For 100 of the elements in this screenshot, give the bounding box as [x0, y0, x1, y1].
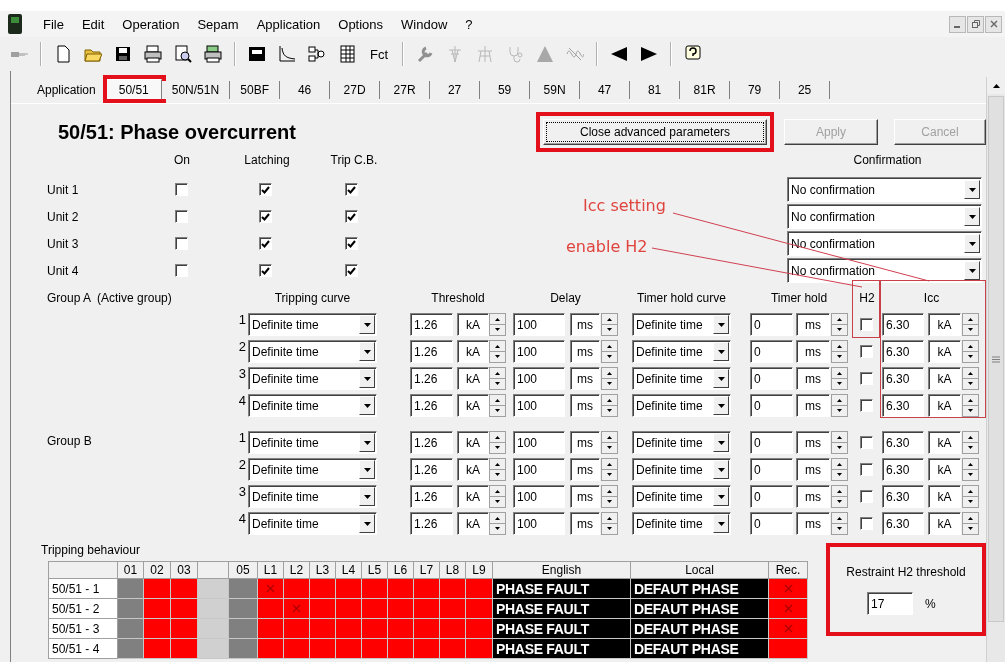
- delay-field[interactable]: 100: [513, 512, 565, 535]
- unit-field[interactable]: kA: [928, 431, 961, 454]
- hold-curve-dropdown[interactable]: Definite time: [632, 367, 731, 390]
- icc-field[interactable]: 6.30: [882, 394, 924, 417]
- menu-item[interactable]: Operation: [113, 16, 189, 32]
- hold-curve-dropdown[interactable]: Definite time: [632, 394, 731, 417]
- confirmation-dropdown[interactable]: No confirmation: [787, 204, 982, 229]
- timer-hold-field[interactable]: 0: [750, 485, 793, 508]
- timer-hold-field[interactable]: 0: [750, 313, 793, 336]
- unit-field[interactable]: ms: [796, 394, 830, 417]
- menu-item[interactable]: ?: [456, 16, 482, 32]
- menu-item[interactable]: Edit: [72, 16, 114, 32]
- threshold-field[interactable]: 1.26: [410, 340, 453, 363]
- icc-field[interactable]: 6.30: [882, 367, 924, 390]
- curve-dropdown[interactable]: Definite time: [248, 485, 377, 508]
- hold-curve-dropdown[interactable]: Definite time: [632, 485, 731, 508]
- threshold-field[interactable]: 1.26: [410, 367, 453, 390]
- unit-field[interactable]: ms: [570, 485, 600, 508]
- unit-field[interactable]: kA: [457, 431, 489, 454]
- unit-field[interactable]: ms: [796, 313, 830, 336]
- threshold-field[interactable]: 1.26: [410, 485, 453, 508]
- unit-field[interactable]: kA: [928, 485, 961, 508]
- unit-field[interactable]: ms: [796, 485, 830, 508]
- threshold-field[interactable]: 1.26: [410, 431, 453, 454]
- unit-field[interactable]: kA: [457, 313, 489, 336]
- column-header: On: [173, 153, 191, 167]
- hold-curve-dropdown[interactable]: Definite time: [632, 431, 731, 454]
- unit-field[interactable]: kA: [928, 367, 961, 390]
- unit-field[interactable]: kA: [457, 394, 489, 417]
- tab[interactable]: 50/51: [106, 79, 162, 99]
- tab[interactable]: 50N/51N: [161, 81, 231, 99]
- unit-field[interactable]: kA: [928, 394, 961, 417]
- curve-dropdown[interactable]: Definite time: [248, 367, 377, 390]
- unit-field[interactable]: kA: [457, 512, 489, 535]
- panel-title: Restraint H2 threshold: [846, 565, 966, 579]
- unit-field[interactable]: ms: [796, 458, 830, 481]
- menu-item[interactable]: Sepam: [188, 16, 248, 32]
- unit-field[interactable]: kA: [928, 512, 961, 535]
- unit-field[interactable]: ms: [570, 313, 600, 336]
- threshold-field[interactable]: 1.26: [410, 458, 453, 481]
- threshold-field[interactable]: 1.26: [410, 313, 453, 336]
- icc-field[interactable]: 6.30: [882, 340, 924, 363]
- delay-field[interactable]: 100: [513, 431, 565, 454]
- icc-field[interactable]: 6.30: [882, 431, 924, 454]
- icc-field[interactable]: 6.30: [882, 512, 924, 535]
- delay-field[interactable]: 100: [513, 458, 565, 481]
- curve-dropdown[interactable]: Definite time: [248, 313, 377, 336]
- hold-curve-dropdown[interactable]: Definite time: [632, 512, 731, 535]
- menu-item[interactable]: Window: [392, 16, 457, 32]
- icc-field[interactable]: 6.30: [882, 313, 924, 336]
- unit-field[interactable]: ms: [796, 431, 830, 454]
- timer-hold-field[interactable]: 0: [750, 458, 793, 481]
- unit-field[interactable]: kA: [457, 340, 489, 363]
- timer-hold-field[interactable]: 0: [750, 512, 793, 535]
- icc-field[interactable]: 6.30: [882, 458, 924, 481]
- unit-field[interactable]: ms: [570, 367, 600, 390]
- curve-dropdown[interactable]: Definite time: [248, 340, 377, 363]
- icc-field[interactable]: 6.30: [882, 485, 924, 508]
- timer-hold-field[interactable]: 0: [750, 340, 793, 363]
- unit-field[interactable]: kA: [928, 313, 961, 336]
- confirmation-dropdown[interactable]: No confirmation: [787, 258, 982, 283]
- timer-hold-field[interactable]: 0: [750, 431, 793, 454]
- curve-dropdown[interactable]: Definite time: [248, 458, 377, 481]
- hold-curve-dropdown[interactable]: Definite time: [632, 313, 731, 336]
- menu-item[interactable]: Options: [329, 16, 393, 32]
- curve-dropdown[interactable]: Definite time: [248, 431, 377, 454]
- unit-field[interactable]: kA: [457, 485, 489, 508]
- unit-field[interactable]: ms: [570, 458, 600, 481]
- unit-field[interactable]: kA: [928, 340, 961, 363]
- unit-field[interactable]: kA: [457, 458, 489, 481]
- unit-field[interactable]: ms: [570, 394, 600, 417]
- delay-field[interactable]: 100: [513, 394, 565, 417]
- timer-hold-field[interactable]: 0: [750, 394, 793, 417]
- delay-field[interactable]: 100: [513, 485, 565, 508]
- hold-curve-dropdown[interactable]: Definite time: [632, 458, 731, 481]
- curve-dropdown[interactable]: Definite time: [248, 394, 377, 417]
- delay-field[interactable]: 100: [513, 340, 565, 363]
- unit-field[interactable]: ms: [570, 340, 600, 363]
- close-advanced-button[interactable]: Close advanced parameters: [543, 119, 767, 145]
- delay-field[interactable]: 100: [513, 313, 565, 336]
- unit-field[interactable]: ms: [796, 512, 830, 535]
- confirmation-dropdown[interactable]: No confirmation: [787, 177, 982, 202]
- threshold-field[interactable]: 17: [867, 592, 913, 615]
- menu-item[interactable]: Application: [247, 16, 330, 32]
- confirmation-dropdown[interactable]: No confirmation: [787, 231, 982, 256]
- unit-field[interactable]: kA: [457, 367, 489, 390]
- unit-field[interactable]: ms: [570, 512, 600, 535]
- unit-field[interactable]: ms: [796, 340, 830, 363]
- delay-field[interactable]: 100: [513, 367, 565, 390]
- fct-button[interactable]: Fct: [368, 46, 391, 62]
- menu-item[interactable]: File: [34, 16, 73, 32]
- unit-field[interactable]: kA: [928, 458, 961, 481]
- hold-curve-dropdown[interactable]: Definite time: [632, 340, 731, 363]
- curve-dropdown[interactable]: Definite time: [248, 512, 377, 535]
- unit-field[interactable]: ms: [796, 367, 830, 390]
- column-header: 01: [117, 561, 144, 579]
- timer-hold-field[interactable]: 0: [750, 367, 793, 390]
- threshold-field[interactable]: 1.26: [410, 394, 453, 417]
- threshold-field[interactable]: 1.26: [410, 512, 453, 535]
- unit-field[interactable]: ms: [570, 431, 600, 454]
